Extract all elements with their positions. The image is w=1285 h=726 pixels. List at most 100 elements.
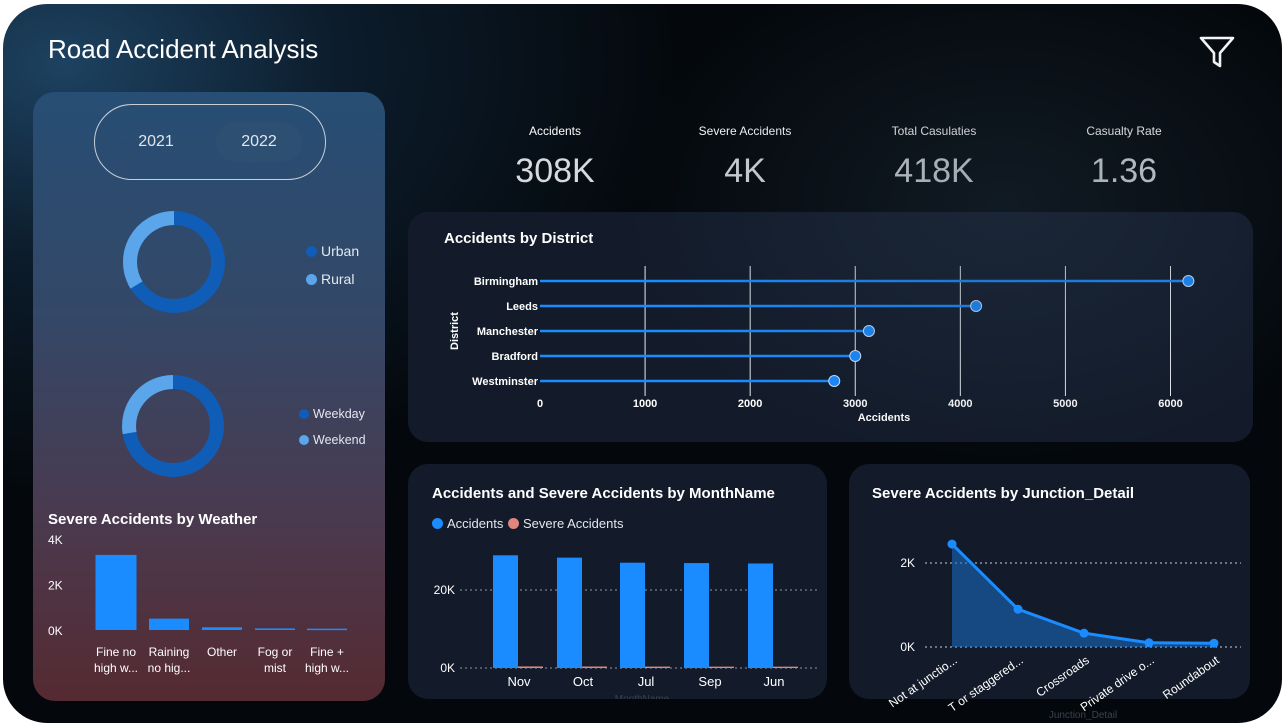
y-category-label: Westminster xyxy=(472,376,539,388)
kpi-casualty-rate: Casualty Rate 1.36 xyxy=(1044,124,1204,191)
legend-dot-urban xyxy=(306,245,317,257)
filter-icon[interactable] xyxy=(1197,32,1237,72)
weather-bar xyxy=(255,628,295,630)
accidents-bar xyxy=(748,563,773,668)
dashboard-frame: Road Accident Analysis 2021 2022 Urban R… xyxy=(3,4,1282,723)
weather-bar xyxy=(307,628,347,631)
junction-point xyxy=(947,539,957,549)
kpi-rate-value: 1.36 xyxy=(1090,152,1158,190)
month-chart: 20K 0K Nov Oct Jul Sep Jun MonthName xyxy=(434,555,820,699)
x-tick-label: 2000 xyxy=(738,398,762,410)
x-category-label: Crossroads xyxy=(1033,653,1091,700)
junction-point xyxy=(1079,628,1089,638)
x-category-label: Oct xyxy=(573,674,594,689)
year-2022-button[interactable]: 2022 xyxy=(216,122,302,162)
x-category-label: Nov xyxy=(507,674,531,689)
x-tick-label: 5000 xyxy=(1053,398,1077,410)
junction-point xyxy=(1013,604,1023,614)
x-category-label: Fine + xyxy=(310,645,344,659)
y-tick-label: 0K xyxy=(900,640,915,654)
x-category-label: Other xyxy=(207,645,237,659)
urban-rural-donut xyxy=(123,211,225,313)
accidents-bar xyxy=(684,563,709,668)
severe-bar xyxy=(582,666,607,668)
x-tick-label: 0 xyxy=(537,398,543,410)
kpi-severe: Severe Accidents 4K xyxy=(665,124,825,191)
kpi-severe-value: 4K xyxy=(724,152,766,190)
lollipop-point xyxy=(970,300,983,312)
kpi-casualties-label: Total Casulaties xyxy=(891,124,977,138)
y-category-label: Bradford xyxy=(492,351,538,363)
x-category-label: Fog or xyxy=(258,645,293,659)
y-category-label: Manchester xyxy=(477,326,539,338)
lollipop-point xyxy=(849,350,862,362)
y-tick-label: 20K xyxy=(434,583,455,597)
x-category-label: high w... xyxy=(305,661,349,675)
y-tick-label: 4K xyxy=(48,533,63,547)
severe-bar xyxy=(645,666,670,668)
y-axis-title: District xyxy=(449,312,461,350)
x-category-label: Roundabout xyxy=(1160,653,1222,702)
severe-bar xyxy=(709,666,734,668)
kpi-accidents-label: Accidents xyxy=(528,124,582,138)
y-tick-label: 2K xyxy=(900,556,915,570)
junction-chart: 2K0KNot at junctio...T or staggered... Cr… xyxy=(886,539,1241,720)
left-panel: 2021 2022 Urban Rural Weekday Weekend Se… xyxy=(33,92,385,701)
weather-chart: 4K 2K 0K Fine no high w... Raining no hig... Ot… xyxy=(48,533,349,675)
x-category-label: Jun xyxy=(764,674,785,689)
kpi-severe-label: Severe Accidents xyxy=(698,124,792,138)
kpi-casualties: Total Casulaties 418K xyxy=(854,124,1014,191)
accidents-bar xyxy=(620,562,645,668)
month-card: Accidents and Severe Accidents by MonthN… xyxy=(408,464,827,699)
x-category-label: Jul xyxy=(638,674,655,689)
lollipop-point xyxy=(1182,275,1195,287)
legend-urban: Urban xyxy=(306,243,359,259)
legend-rural: Rural xyxy=(306,271,354,287)
lollipop-point xyxy=(862,325,875,337)
y-tick-label: 2K xyxy=(48,579,63,593)
x-tick-label: 4000 xyxy=(948,398,972,410)
kpi-casualties-value: 418K xyxy=(894,152,974,190)
x-axis-title: Junction_Detail xyxy=(1049,710,1117,720)
district-card: Accidents by District 0 1000 2000 3000 4000 5… xyxy=(408,212,1253,442)
legend-label-urban: Urban xyxy=(321,243,360,259)
x-category-label: Sep xyxy=(698,674,721,689)
weather-bar xyxy=(149,618,189,630)
weather-chart-title: Severe Accidents by Weather xyxy=(48,511,258,528)
legend-dot-weekend xyxy=(299,435,309,445)
junction-card: Severe Accidents by Junction_Detail 2K 0K… xyxy=(849,464,1250,720)
y-category-label: Leeds xyxy=(506,301,538,313)
x-tick-label: 3000 xyxy=(843,398,867,410)
weekday-weekend-donut xyxy=(122,375,224,477)
legend-label-weekend: Weekend xyxy=(313,433,366,447)
junction-point xyxy=(1144,638,1154,648)
x-tick-label: 1000 xyxy=(633,398,657,410)
kpi-accidents: Accidents 308K xyxy=(475,124,635,191)
lollipop-point xyxy=(828,375,841,387)
y-tick-label: 0K xyxy=(48,624,63,638)
legend-weekday: Weekday xyxy=(299,407,365,421)
x-category-label: Raining xyxy=(149,645,190,659)
x-tick-label: 6000 xyxy=(1158,398,1182,410)
weather-bar xyxy=(95,554,137,630)
accidents-bar xyxy=(493,555,518,668)
legend-weekend: Weekend xyxy=(299,433,366,447)
kpi-rate-label: Casualty Rate xyxy=(1086,124,1162,138)
legend-label-rural: Rural xyxy=(321,271,355,287)
district-chart: 0 1000 2000 3000 4000 5000 6000 Birmingham Leeds… xyxy=(449,266,1195,424)
junction-point xyxy=(1209,638,1219,648)
y-tick-label: 0K xyxy=(440,661,455,675)
kpi-accidents-value: 308K xyxy=(515,152,595,190)
x-axis-title: MonthName xyxy=(615,694,670,699)
accidents-bar xyxy=(557,557,582,668)
page-title: Road Accident Analysis xyxy=(48,34,319,64)
weather-bar xyxy=(202,627,242,630)
x-category-label: mist xyxy=(264,661,287,675)
severe-bar xyxy=(518,666,543,668)
legend-dot-rural xyxy=(306,273,317,285)
y-category-label: Birmingham xyxy=(474,276,538,288)
legend-label-weekday: Weekday xyxy=(313,407,365,421)
x-category-label: high w... xyxy=(94,661,138,675)
year-2021-button[interactable]: 2021 xyxy=(113,122,199,162)
x-category-label: no hig... xyxy=(148,661,191,675)
